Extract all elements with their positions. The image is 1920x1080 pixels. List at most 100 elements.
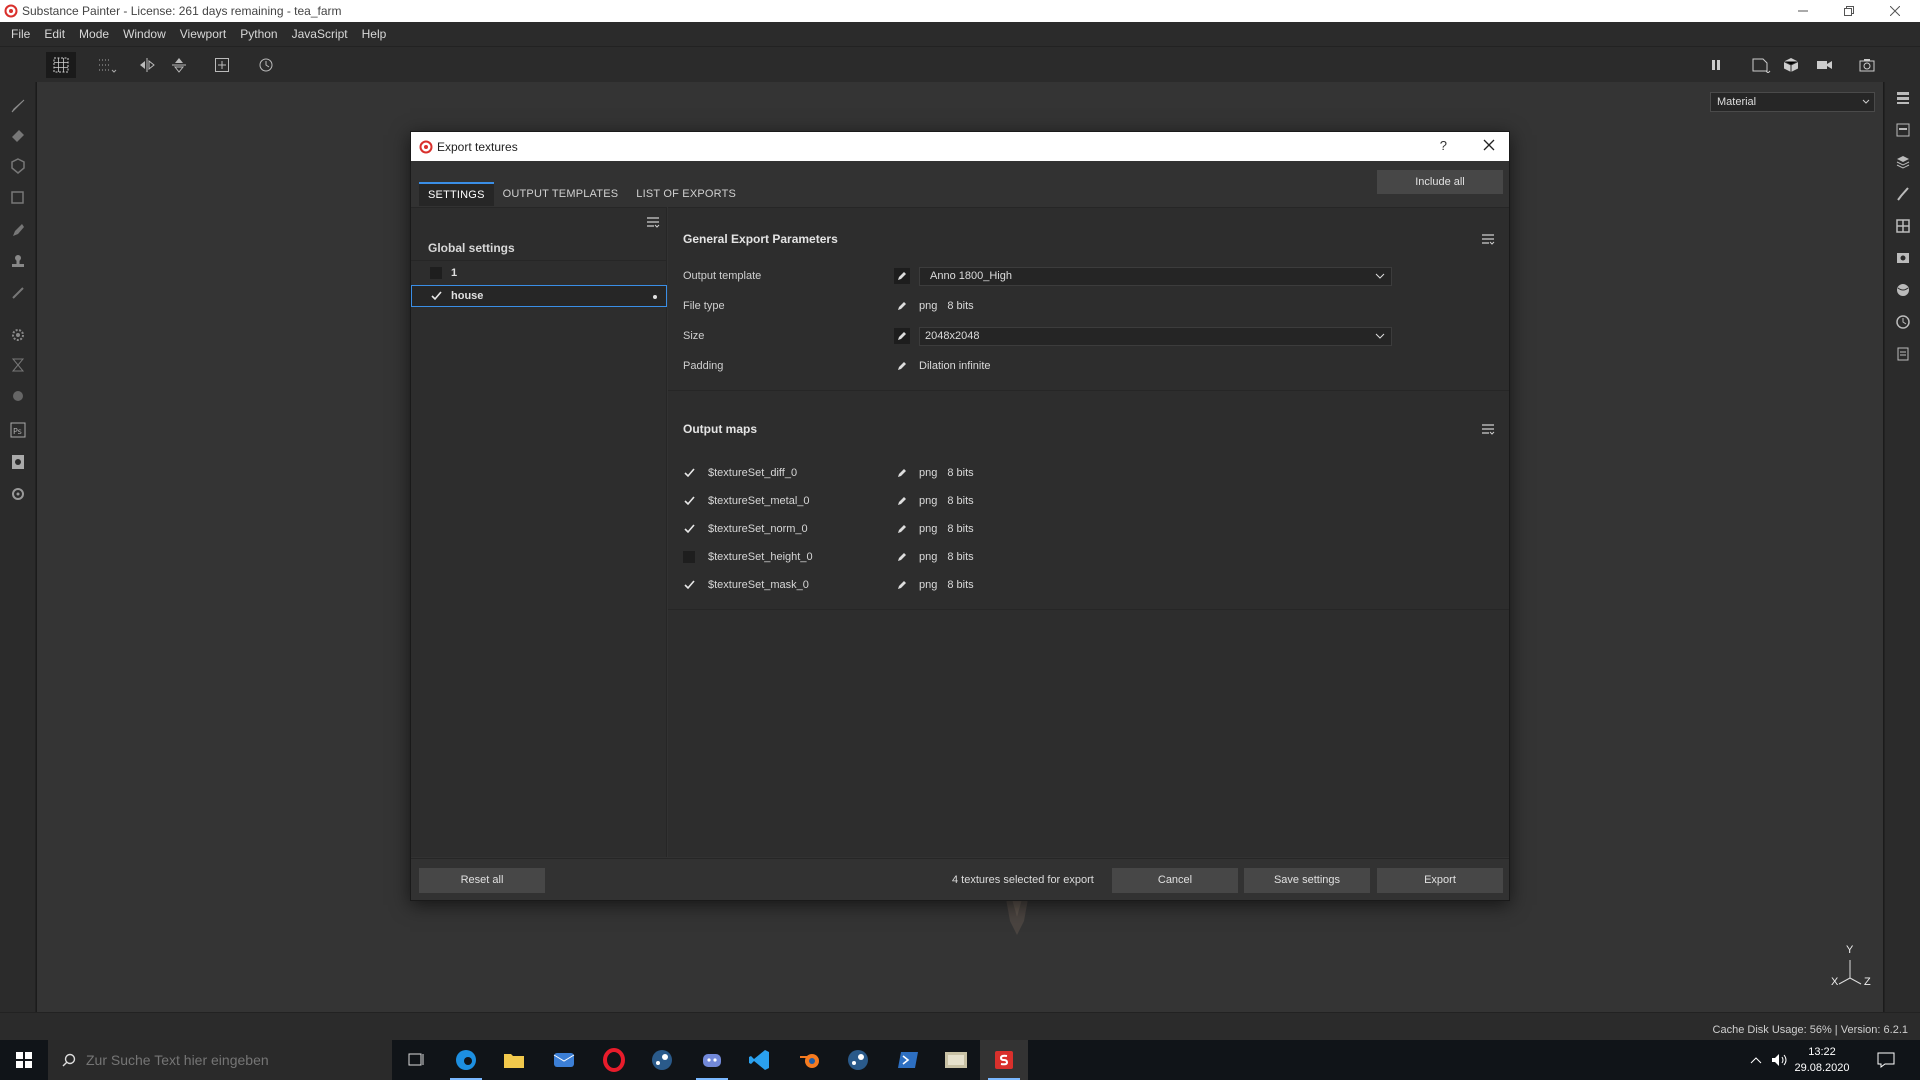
- output-map-edit-button[interactable]: [894, 465, 910, 481]
- output-maps-menu-button[interactable]: [1481, 423, 1495, 435]
- history-panel-button[interactable]: [1891, 310, 1915, 334]
- properties-button[interactable]: [1891, 182, 1915, 206]
- cancel-button[interactable]: Cancel: [1112, 868, 1238, 893]
- texture-set-menu-button[interactable]: [646, 216, 660, 228]
- output-map-edit-button[interactable]: [894, 521, 910, 537]
- taskbar-search-input[interactable]: [86, 1052, 376, 1068]
- add-frame-button[interactable]: [207, 52, 237, 78]
- menu-mode[interactable]: Mode: [72, 22, 116, 46]
- polygon-fill-button[interactable]: [6, 186, 30, 210]
- taskbar-app-image[interactable]: [932, 1040, 980, 1080]
- display-settings-button[interactable]: [1891, 246, 1915, 270]
- symmetry-x-button[interactable]: [132, 52, 162, 78]
- output-map-checkbox[interactable]: [683, 551, 695, 563]
- tab-output-templates[interactable]: OUTPUT TEMPLATES: [494, 182, 628, 206]
- view-2d-button[interactable]: [1746, 52, 1776, 78]
- general-parameters-menu-button[interactable]: [1481, 233, 1495, 245]
- export-plugin-button[interactable]: [6, 450, 30, 474]
- screenshot-button[interactable]: [1852, 52, 1882, 78]
- taskbar-app-opera[interactable]: [590, 1040, 638, 1080]
- texture-set-checkbox[interactable]: [430, 290, 442, 302]
- clone-tool-button[interactable]: [6, 250, 30, 274]
- taskbar-app-mail[interactable]: [540, 1040, 588, 1080]
- output-map-edit-button[interactable]: [894, 549, 910, 565]
- menu-window[interactable]: Window: [116, 22, 173, 46]
- viewport-mode-select[interactable]: Material: [1710, 92, 1875, 112]
- close-window-button[interactable]: [1872, 0, 1918, 22]
- padding-edit-button[interactable]: [894, 358, 910, 374]
- minimize-button[interactable]: [1780, 0, 1826, 22]
- texture-set-settings-button[interactable]: [1891, 118, 1915, 142]
- output-map-checkbox[interactable]: [683, 579, 695, 591]
- action-center-button[interactable]: [1862, 1040, 1910, 1080]
- taskbar-app-blender[interactable]: [786, 1040, 834, 1080]
- texture-set-list-button[interactable]: [1891, 86, 1915, 110]
- pause-button[interactable]: [1701, 52, 1731, 78]
- help-button[interactable]: ?: [1440, 138, 1447, 153]
- taskbar-app-discord[interactable]: [688, 1040, 736, 1080]
- output-template-select[interactable]: Anno 1800_High: [919, 267, 1392, 286]
- substance-button[interactable]: [6, 384, 30, 408]
- taskbar-app-explorer[interactable]: [490, 1040, 538, 1080]
- export-button[interactable]: Export: [1377, 868, 1503, 893]
- volume-button[interactable]: [1768, 1040, 1792, 1080]
- menu-python[interactable]: Python: [233, 22, 284, 46]
- taskbar-app-powershell[interactable]: [884, 1040, 932, 1080]
- camera-button[interactable]: [1811, 52, 1841, 78]
- layers-button[interactable]: [1891, 150, 1915, 174]
- texture-set-item[interactable]: 1: [411, 262, 667, 284]
- tab-settings[interactable]: SETTINGS: [419, 182, 494, 206]
- menu-viewport[interactable]: Viewport: [173, 22, 233, 46]
- menu-file[interactable]: File: [4, 22, 37, 46]
- output-map-edit-button[interactable]: [894, 577, 910, 593]
- texture-set-checkbox[interactable]: [430, 267, 442, 279]
- eraser-tool-button[interactable]: [6, 124, 30, 148]
- menu-edit[interactable]: Edit: [37, 22, 72, 46]
- taskbar-app-substance-painter[interactable]: [980, 1040, 1028, 1080]
- symmetry-y-button[interactable]: [164, 52, 194, 78]
- plugin-settings-button[interactable]: [6, 482, 30, 506]
- smudge-tool-button[interactable]: [6, 218, 30, 242]
- global-settings-header[interactable]: Global settings: [411, 236, 667, 261]
- taskbar-app-edge[interactable]: [442, 1040, 490, 1080]
- file-type-edit-button[interactable]: [894, 298, 910, 314]
- add-square-icon: [215, 58, 229, 72]
- tab-list-of-exports[interactable]: LIST OF EXPORTS: [627, 182, 745, 206]
- shader-settings-button[interactable]: [1891, 278, 1915, 302]
- color-picker-button[interactable]: [6, 281, 30, 305]
- taskbar-clock[interactable]: 13:22 29.08.2020: [1792, 1044, 1852, 1076]
- show-hidden-icons-button[interactable]: [1744, 1040, 1768, 1080]
- restore-button[interactable]: [1826, 0, 1872, 22]
- projection-tool-button[interactable]: [6, 154, 30, 178]
- taskbar-search-box[interactable]: [48, 1040, 392, 1080]
- texture-set-item-selected[interactable]: house: [411, 285, 667, 307]
- dialog-close-button[interactable]: [1483, 139, 1495, 151]
- bake-button[interactable]: [6, 323, 30, 347]
- start-button[interactable]: [0, 1040, 48, 1080]
- log-button[interactable]: [1891, 342, 1915, 366]
- reset-all-button[interactable]: Reset all: [419, 868, 545, 893]
- paint-tool-button[interactable]: [6, 94, 30, 118]
- menu-help[interactable]: Help: [355, 22, 394, 46]
- size-edit-button[interactable]: [894, 328, 910, 344]
- taskbar-app-steam[interactable]: [638, 1040, 686, 1080]
- dotted-select-tool-button[interactable]: [92, 52, 122, 78]
- output-map-edit-button[interactable]: [894, 493, 910, 509]
- include-all-button[interactable]: Include all: [1377, 170, 1503, 194]
- hourglass-button[interactable]: [6, 353, 30, 377]
- history-button[interactable]: [251, 52, 281, 78]
- shelf-button[interactable]: [1891, 214, 1915, 238]
- save-settings-button[interactable]: Save settings: [1244, 868, 1370, 893]
- photoshop-button[interactable]: Ps: [6, 418, 30, 442]
- grid-select-tool-button[interactable]: [46, 52, 76, 78]
- output-map-checkbox[interactable]: [683, 467, 695, 479]
- output-map-checkbox[interactable]: [683, 495, 695, 507]
- size-select[interactable]: 2048x2048: [919, 327, 1392, 346]
- output-template-edit-button[interactable]: [894, 268, 910, 284]
- output-map-checkbox[interactable]: [683, 523, 695, 535]
- menu-javascript[interactable]: JavaScript: [285, 22, 355, 46]
- taskbar-app-vscode[interactable]: [736, 1040, 784, 1080]
- view-3d-button[interactable]: [1778, 52, 1808, 78]
- taskbar-app-steam-2[interactable]: [834, 1040, 882, 1080]
- task-view-button[interactable]: [392, 1040, 440, 1080]
